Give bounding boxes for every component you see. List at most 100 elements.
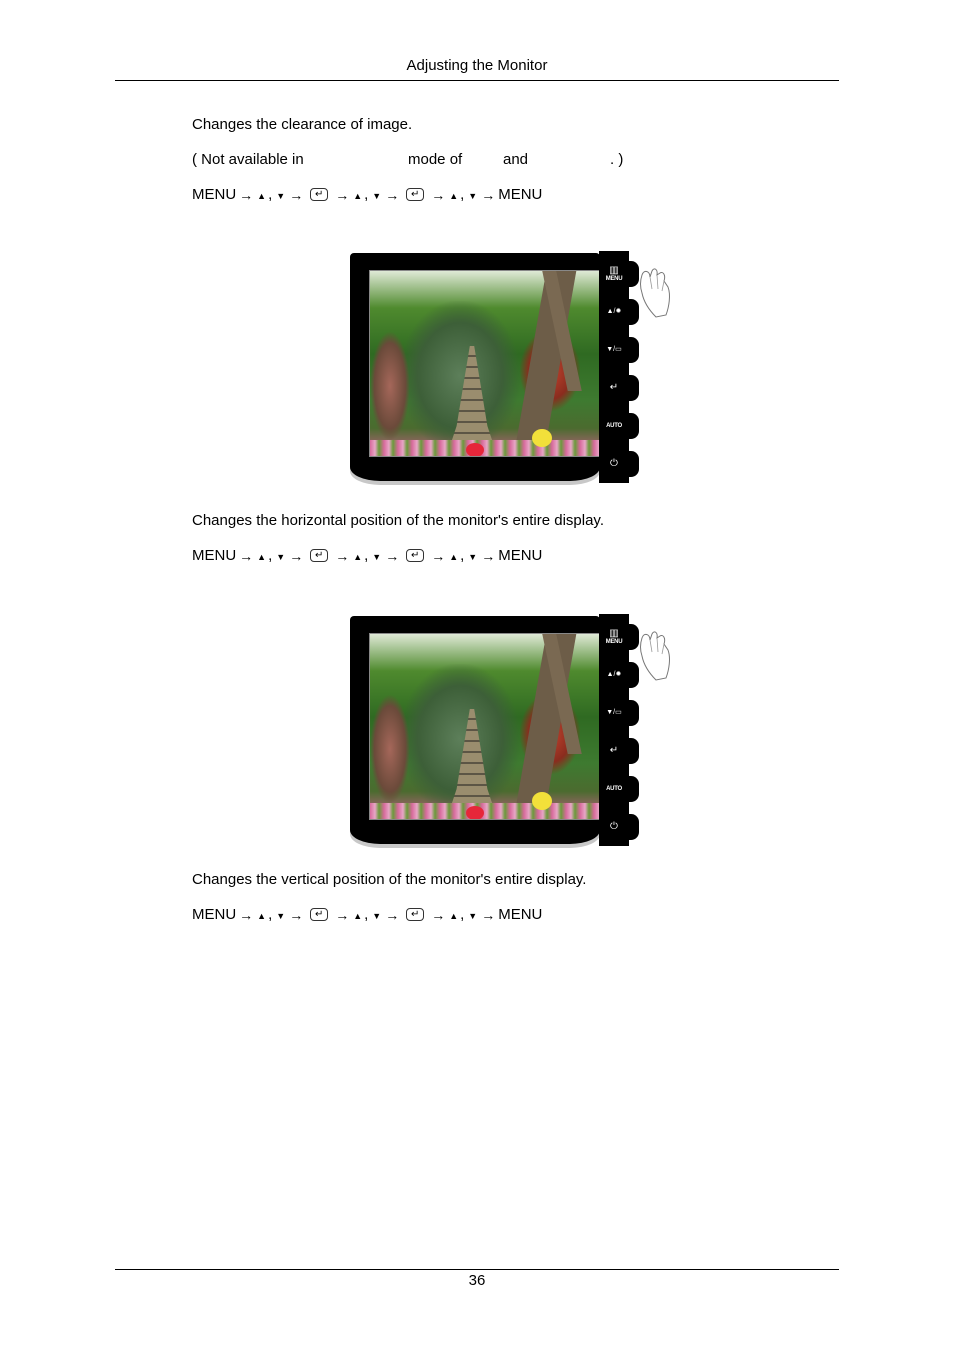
up-triangle-icon: ▲ — [257, 190, 267, 201]
monitor-control-panel: ▥ MENU ▲/✹ ▼/▭ ↵ AUTO ⏻ — [599, 614, 639, 846]
enter-key-icon: ↵ — [310, 908, 329, 921]
up-triangle-icon: ▲ — [449, 910, 459, 921]
enter-key-icon: ↵ — [406, 549, 425, 562]
monitor-illustration-2: ▥ MENU ▲/✹ ▼/▭ ↵ AUTO ⏻ — [340, 610, 680, 850]
separator: , — [460, 186, 465, 203]
section-1-description: Changes the clearance of image. — [192, 116, 413, 133]
menu-key-label: MENU — [498, 906, 543, 923]
up-triangle-icon: ▲ — [353, 551, 363, 562]
section-2-description: Changes the horizontal position of the m… — [192, 512, 604, 529]
header-title: Adjusting the Monitor — [406, 57, 548, 74]
up-triangle-icon: ▲ — [449, 190, 459, 201]
section-1-note: ( Not available in mode of and . ) — [192, 151, 692, 171]
monitor-screen-photo — [369, 270, 602, 457]
up-brightness-icon: ▲/✹ — [606, 671, 622, 678]
monitor-bezel — [350, 253, 602, 481]
section-1-menu-sequence: MENU → ▲, ▼ → ↵ → ▲, ▼ → ↵ → ▲, ▼ → MENU — [192, 186, 542, 203]
right-arrow-icon: → — [289, 547, 304, 564]
right-arrow-icon: → — [385, 186, 400, 203]
hand-pointer-icon — [640, 268, 670, 318]
separator: , — [268, 547, 273, 564]
section-3-description: Changes the vertical position of the mon… — [192, 871, 587, 888]
separator: , — [268, 906, 273, 923]
down-source-icon: ▼/▭ — [606, 709, 622, 716]
enter-icon: ↵ — [609, 745, 619, 756]
right-arrow-icon: → — [431, 906, 446, 923]
right-arrow-icon: → — [289, 906, 304, 923]
section-3-menu-sequence: MENU → ▲, ▼ → ↵ → ▲, ▼ → ↵ → ▲, ▼ → MENU — [192, 906, 542, 923]
panel-button-down-source: ▼/▭ — [599, 331, 629, 369]
enter-key-icon: ↵ — [406, 188, 425, 201]
right-arrow-icon: → — [239, 906, 254, 923]
panel-button-menu: ▥ MENU — [599, 255, 629, 293]
panel-button-label: MENU — [605, 275, 623, 282]
right-arrow-icon: → — [481, 906, 496, 923]
down-triangle-icon: ▼ — [276, 190, 286, 201]
right-arrow-icon: → — [335, 186, 350, 203]
down-source-icon: ▼/▭ — [606, 346, 622, 353]
enter-key-icon: ↵ — [406, 908, 425, 921]
down-triangle-icon: ▼ — [468, 910, 478, 921]
separator: , — [364, 906, 369, 923]
monitor-control-panel: ▥ MENU ▲/✹ ▼/▭ ↵ AUTO ⏻ — [599, 251, 639, 483]
menu-icon: ▥ — [609, 264, 619, 276]
panel-button-power: ⏻ — [599, 808, 629, 846]
menu-key-label: MENU — [192, 547, 237, 564]
down-triangle-icon: ▼ — [276, 910, 286, 921]
up-triangle-icon: ▲ — [353, 910, 363, 921]
power-icon: ⏻ — [610, 458, 618, 469]
separator: , — [268, 186, 273, 203]
note-part-4: . ) — [610, 151, 624, 168]
right-arrow-icon: → — [431, 547, 446, 564]
panel-button-power: ⏻ — [599, 445, 629, 483]
right-arrow-icon: → — [385, 906, 400, 923]
panel-button-auto: AUTO — [599, 770, 629, 808]
separator: , — [460, 906, 465, 923]
down-triangle-icon: ▼ — [372, 910, 382, 921]
menu-key-label: MENU — [192, 186, 237, 203]
right-arrow-icon: → — [289, 186, 304, 203]
enter-key-icon: ↵ — [310, 188, 329, 201]
down-triangle-icon: ▼ — [468, 551, 478, 562]
down-triangle-icon: ▼ — [276, 551, 286, 562]
separator: , — [364, 547, 369, 564]
up-brightness-icon: ▲/✹ — [606, 308, 622, 315]
menu-key-label: MENU — [498, 547, 543, 564]
panel-button-label: AUTO — [606, 785, 622, 792]
note-part-2: mode of — [408, 151, 463, 168]
down-triangle-icon: ▼ — [468, 190, 478, 201]
right-arrow-icon: → — [481, 186, 496, 203]
right-arrow-icon: → — [385, 547, 400, 564]
panel-button-enter: ↵ — [599, 369, 629, 407]
separator: , — [364, 186, 369, 203]
note-part-1: ( Not available in — [192, 151, 304, 168]
right-arrow-icon: → — [335, 547, 350, 564]
menu-icon: ▥ — [609, 627, 619, 639]
right-arrow-icon: → — [431, 186, 446, 203]
right-arrow-icon: → — [481, 547, 496, 564]
header-divider — [115, 80, 839, 81]
section-2-menu-sequence: MENU → ▲, ▼ → ↵ → ▲, ▼ → ↵ → ▲, ▼ → MENU — [192, 547, 542, 564]
separator: , — [460, 547, 465, 564]
panel-button-menu: ▥ MENU — [599, 618, 629, 656]
up-triangle-icon: ▲ — [257, 551, 267, 562]
hand-pointer-icon — [640, 631, 670, 681]
right-arrow-icon: → — [335, 906, 350, 923]
panel-button-up-brightness: ▲/✹ — [599, 293, 629, 331]
menu-key-label: MENU — [192, 906, 237, 923]
panel-button-label: AUTO — [606, 422, 622, 429]
up-triangle-icon: ▲ — [353, 190, 363, 201]
monitor-screen-photo — [369, 633, 602, 820]
note-part-3: and — [503, 151, 529, 168]
up-triangle-icon: ▲ — [257, 910, 267, 921]
power-icon: ⏻ — [610, 821, 618, 832]
down-triangle-icon: ▼ — [372, 551, 382, 562]
panel-button-up-brightness: ▲/✹ — [599, 656, 629, 694]
page-number: 36 — [468, 1272, 486, 1289]
enter-key-icon: ↵ — [310, 549, 329, 562]
panel-button-down-source: ▼/▭ — [599, 694, 629, 732]
monitor-bezel — [350, 616, 602, 844]
up-triangle-icon: ▲ — [449, 551, 459, 562]
footer-divider — [115, 1269, 839, 1270]
menu-key-label: MENU — [498, 186, 543, 203]
